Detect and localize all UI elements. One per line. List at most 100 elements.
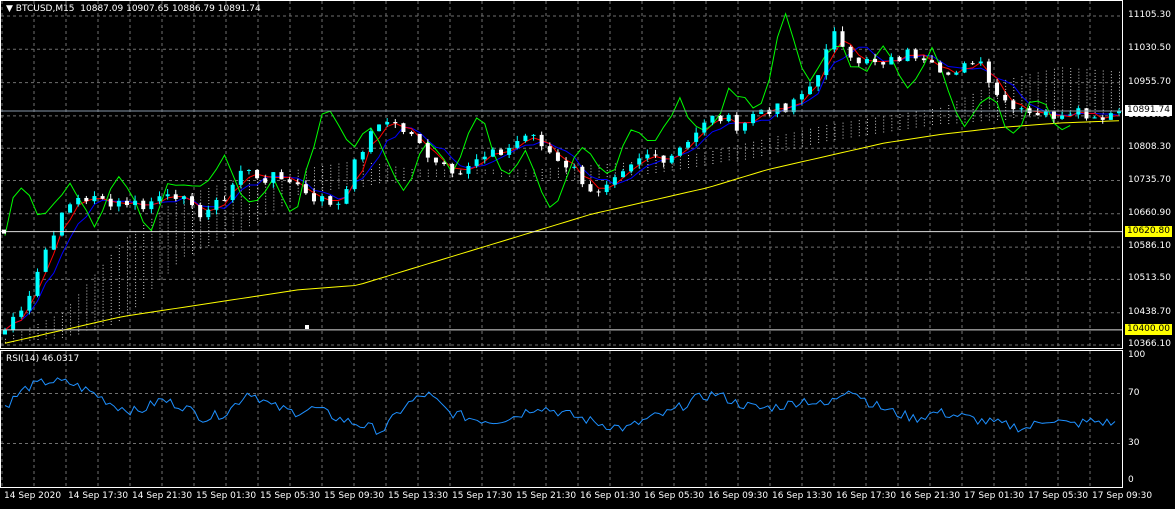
ichimoku-cloud-dot	[167, 272, 169, 274]
ichimoku-cloud-dot	[1094, 93, 1096, 95]
candle-body	[222, 199, 227, 201]
ichimoku-cloud-dot	[110, 275, 112, 277]
ichimoku-cloud-dot	[126, 249, 128, 251]
candle-body	[881, 62, 886, 65]
ichimoku-cloud-dot	[997, 112, 999, 114]
ichimoku-cloud-dot	[313, 185, 315, 187]
ichimoku-cloud-dot	[549, 171, 551, 173]
ichimoku-cloud-dot	[248, 195, 250, 197]
rsi-label: RSI(14) 46.0317	[6, 354, 80, 364]
ichimoku-cloud-dot	[899, 120, 901, 122]
ichimoku-cloud-dot	[387, 177, 389, 179]
ichimoku-cloud-dot	[102, 288, 104, 290]
ichimoku-cloud-dot	[281, 181, 283, 183]
ichimoku-cloud-dot	[696, 162, 698, 164]
ichimoku-cloud-dot	[1078, 71, 1080, 73]
ichimoku-cloud-dot	[793, 135, 795, 137]
ichimoku-cloud-dot	[907, 118, 909, 120]
candle-body	[840, 31, 845, 47]
collapse-triangle-icon[interactable]: ▼	[6, 4, 13, 14]
ichimoku-cloud-dot	[964, 112, 966, 114]
ichimoku-cloud-dot	[517, 169, 519, 171]
ichimoku-cloud-dot	[224, 225, 226, 227]
ichimoku-cloud-dot	[387, 171, 389, 173]
ichimoku-cloud-dot	[143, 245, 145, 247]
ichimoku-cloud-dot	[1062, 88, 1064, 90]
ichimoku-cloud-dot	[606, 176, 608, 178]
candle-body	[433, 157, 438, 163]
ichimoku-cloud-dot	[1086, 105, 1088, 107]
ichimoku-cloud-dot	[143, 287, 145, 289]
ichimoku-cloud-dot	[102, 312, 104, 314]
ichimoku-cloud-dot	[240, 196, 242, 198]
ichimoku-cloud-dot	[826, 131, 828, 133]
ichimoku-cloud-dot	[1094, 96, 1096, 98]
ichimoku-cloud-dot	[118, 320, 120, 322]
ichimoku-cloud-dot	[980, 105, 982, 107]
ichimoku-cloud-dot	[647, 166, 649, 168]
ichimoku-cloud-dot	[167, 209, 169, 211]
ichimoku-cloud-dot	[403, 173, 405, 175]
ichimoku-cloud-dot	[1037, 105, 1039, 107]
ichimoku-cloud-dot	[1078, 80, 1080, 82]
ichimoku-cloud-dot	[980, 90, 982, 92]
ichimoku-cloud-dot	[224, 183, 226, 185]
ichimoku-cloud-dot	[1110, 107, 1112, 109]
ichimoku-cloud-dot	[110, 287, 112, 289]
ichimoku-cloud-dot	[151, 254, 153, 256]
ichimoku-cloud-dot	[143, 272, 145, 274]
ichimoku-cloud-dot	[338, 175, 340, 177]
candle-body	[482, 156, 487, 160]
ichimoku-cloud-dot	[78, 315, 80, 317]
candle-body	[466, 165, 471, 174]
ichimoku-cloud-dot	[1053, 104, 1055, 106]
ichimoku-cloud-dot	[590, 165, 592, 167]
ichimoku-cloud-dot	[1062, 85, 1064, 87]
candle-body	[352, 159, 357, 190]
ichimoku-cloud-dot	[175, 260, 177, 262]
ichimoku-cloud-dot	[159, 251, 161, 253]
candle-body	[873, 58, 878, 63]
ichimoku-cloud-dot	[151, 263, 153, 265]
ichimoku-cloud-dot	[151, 221, 153, 223]
ichimoku-cloud-dot	[216, 188, 218, 190]
ichimoku-cloud-dot	[866, 124, 868, 126]
ichimoku-cloud-dot	[126, 288, 128, 290]
ichimoku-cloud-dot	[988, 98, 990, 100]
ichimoku-cloud-dot	[159, 221, 161, 223]
ichimoku-cloud-dot	[78, 312, 80, 314]
ichimoku-cloud-dot	[997, 97, 999, 99]
ichimoku-cloud-dot	[1119, 74, 1120, 76]
chart-canvas[interactable]	[0, 0, 1175, 509]
ichimoku-cloud-dot	[289, 200, 291, 202]
ichimoku-cloud-dot	[297, 175, 299, 177]
candle-body	[157, 196, 162, 202]
ichimoku-cloud-dot	[557, 176, 559, 178]
ichimoku-cloud-dot	[379, 164, 381, 166]
ichimoku-cloud-dot	[118, 302, 120, 304]
ichimoku-cloud-dot	[346, 180, 348, 182]
ichimoku-cloud-dot	[232, 210, 234, 212]
ichimoku-cloud-dot	[972, 117, 974, 119]
ichimoku-cloud-dot	[566, 173, 568, 175]
ichimoku-cloud-dot	[1062, 106, 1064, 108]
ichimoku-cloud-dot	[460, 169, 462, 171]
ichimoku-cloud-dot	[86, 290, 88, 292]
ichimoku-cloud-dot	[126, 306, 128, 308]
ichimoku-cloud-dot	[102, 297, 104, 299]
candle-body	[92, 196, 97, 202]
candle-body	[173, 194, 178, 199]
ichimoku-cloud-dot	[899, 123, 901, 125]
ichimoku-cloud-dot	[183, 255, 185, 257]
ichimoku-cloud-dot	[248, 204, 250, 206]
ichimoku-cloud-dot	[370, 180, 372, 182]
ichimoku-cloud-dot	[753, 153, 755, 155]
ichimoku-cloud-dot	[379, 179, 381, 181]
ichimoku-cloud-dot	[126, 279, 128, 281]
ichimoku-cloud-dot	[492, 172, 494, 174]
ichimoku-cloud-dot	[712, 154, 714, 156]
ichimoku-cloud-dot	[688, 167, 690, 169]
ichimoku-cloud-dot	[216, 221, 218, 223]
ichimoku-cloud-dot	[183, 222, 185, 224]
ichimoku-cloud-dot	[818, 132, 820, 134]
